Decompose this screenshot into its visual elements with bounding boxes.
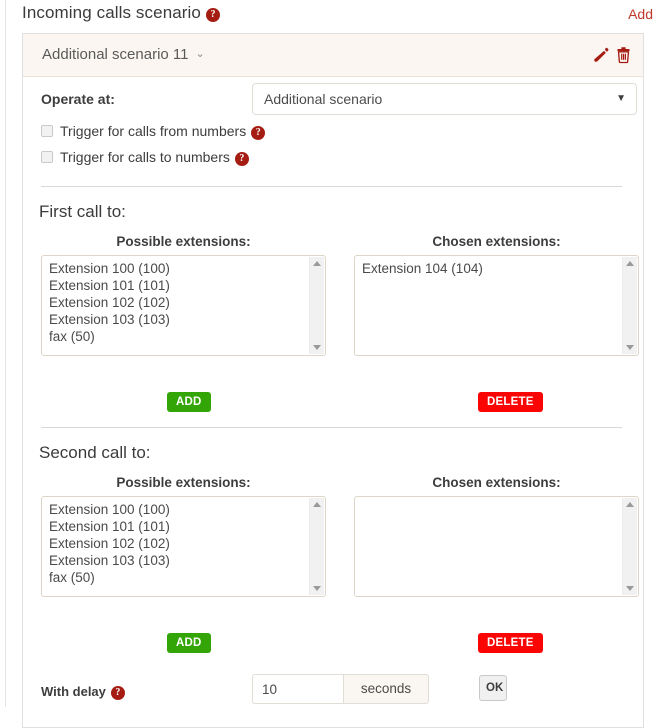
help-icon[interactable]: ? <box>206 8 220 22</box>
delay-input-group: seconds <box>252 674 429 704</box>
chevron-down-icon: ▼ <box>616 93 626 104</box>
delay-label: With delay? <box>41 684 125 700</box>
first-call-chosen-listbox[interactable]: Extension 104 (104) <box>354 255 639 356</box>
list-item[interactable]: Extension 103 (103) <box>49 311 310 328</box>
second-call-title: Second call to: <box>39 443 643 463</box>
trigger-from-numbers-row: Trigger for calls from numbers? <box>23 123 643 149</box>
scroll-up-icon[interactable] <box>313 261 321 266</box>
second-call-buttons: ADD DELETE <box>23 633 643 657</box>
operate-at-select[interactable]: Additional scenario ▼ <box>252 83 637 115</box>
first-call-delete-button[interactable]: DELETE <box>478 392 543 412</box>
delay-row: With delay? seconds OK <box>23 673 643 713</box>
delay-unit-addon: seconds <box>343 674 429 704</box>
possible-extensions-header: Possible extensions: <box>41 234 326 249</box>
chosen-extensions-header: Chosen extensions: <box>354 475 639 490</box>
list-item[interactable]: Extension 101 (101) <box>49 518 310 535</box>
page-title: Incoming calls scenario? <box>22 3 220 23</box>
scroll-down-icon[interactable] <box>313 586 321 591</box>
scroll-up-icon[interactable] <box>626 261 634 266</box>
scenario-name-toggle[interactable]: Additional scenario 11 ⌄ <box>42 46 205 63</box>
incoming-calls-scenario-page: Incoming calls scenario? Add Additional … <box>0 0 667 34</box>
second-call-chosen-column: Chosen extensions: <box>354 475 639 597</box>
scenario-name: Additional scenario 11 <box>42 46 188 63</box>
list-item[interactable]: Extension 101 (101) <box>49 277 310 294</box>
second-call-add-button[interactable]: ADD <box>167 633 211 653</box>
possible-extensions-header: Possible extensions: <box>41 475 326 490</box>
scrollbar[interactable] <box>622 498 637 595</box>
delay-label-text: With delay <box>41 684 106 699</box>
list-item[interactable]: Extension 102 (102) <box>49 535 310 552</box>
operate-at-row: Operate at: Additional scenario ▼ <box>23 77 643 123</box>
trigger-to-numbers-row: Trigger for calls to numbers? <box>23 149 643 175</box>
scenario-card-body: Operate at: Additional scenario ▼ Trigge… <box>23 77 643 727</box>
second-call-columns: Possible extensions: Extension 100 (100)… <box>23 475 643 625</box>
scroll-down-icon[interactable] <box>313 345 321 350</box>
scrollbar[interactable] <box>309 257 324 354</box>
scroll-up-icon[interactable] <box>626 502 634 507</box>
divider <box>41 427 622 428</box>
second-call-chosen-items <box>355 501 623 596</box>
help-icon[interactable]: ? <box>251 126 265 140</box>
first-call-chosen-column: Chosen extensions: Extension 104 (104) <box>354 234 639 356</box>
trigger-from-numbers-checkbox[interactable] <box>41 125 53 137</box>
page-left-rule <box>5 0 6 707</box>
second-call-chosen-listbox[interactable] <box>354 496 639 597</box>
first-call-add-button[interactable]: ADD <box>167 392 211 412</box>
chevron-down-icon: ⌄ <box>195 47 204 60</box>
scenario-card: Additional scenario 11 ⌄ <box>22 33 644 728</box>
scenario-card-header: Additional scenario 11 ⌄ <box>23 33 643 77</box>
operate-at-selected-value: Additional scenario <box>264 91 382 107</box>
second-call-section: Second call to: Possible extensions: Ext… <box>23 443 643 657</box>
first-call-chosen-items: Extension 104 (104) <box>355 260 623 355</box>
trigger-from-numbers-label[interactable]: Trigger for calls from numbers <box>60 123 246 139</box>
help-icon[interactable]: ? <box>235 152 249 166</box>
scroll-down-icon[interactable] <box>626 586 634 591</box>
add-scenario-link[interactable]: Add <box>628 6 653 22</box>
list-item[interactable]: fax (50) <box>49 569 310 586</box>
first-call-possible-listbox[interactable]: Extension 100 (100) Extension 101 (101) … <box>41 255 326 356</box>
first-call-possible-column: Possible extensions: Extension 100 (100)… <box>41 234 326 356</box>
page-header: Incoming calls scenario? Add <box>0 0 667 34</box>
trash-icon[interactable] <box>615 46 632 64</box>
scroll-down-icon[interactable] <box>626 345 634 350</box>
scrollbar[interactable] <box>622 257 637 354</box>
second-call-possible-items: Extension 100 (100) Extension 101 (101) … <box>42 501 310 596</box>
list-item[interactable]: Extension 102 (102) <box>49 294 310 311</box>
list-item[interactable]: fax (50) <box>49 328 310 345</box>
first-call-possible-items: Extension 100 (100) Extension 101 (101) … <box>42 260 310 355</box>
page-title-text: Incoming calls scenario <box>22 3 201 22</box>
second-call-delete-button[interactable]: DELETE <box>478 633 543 653</box>
delay-ok-button[interactable]: OK <box>479 675 507 701</box>
list-item[interactable]: Extension 100 (100) <box>49 501 310 518</box>
first-call-section: First call to: Possible extensions: Exte… <box>23 202 643 416</box>
help-icon[interactable]: ? <box>111 686 125 700</box>
second-call-possible-column: Possible extensions: Extension 100 (100)… <box>41 475 326 597</box>
delay-input[interactable] <box>252 674 343 704</box>
list-item[interactable]: Extension 104 (104) <box>362 260 623 277</box>
scrollbar[interactable] <box>309 498 324 595</box>
second-call-possible-listbox[interactable]: Extension 100 (100) Extension 101 (101) … <box>41 496 326 597</box>
first-call-title: First call to: <box>39 202 643 222</box>
trigger-to-numbers-label[interactable]: Trigger for calls to numbers <box>60 149 230 165</box>
chosen-extensions-header: Chosen extensions: <box>354 234 639 249</box>
divider <box>41 186 622 187</box>
trigger-to-numbers-checkbox[interactable] <box>41 151 53 163</box>
first-call-buttons: ADD DELETE <box>23 392 643 416</box>
first-call-columns: Possible extensions: Extension 100 (100)… <box>23 234 643 384</box>
list-item[interactable]: Extension 103 (103) <box>49 552 310 569</box>
scenario-card-actions <box>592 46 632 64</box>
pencil-icon[interactable] <box>592 46 609 64</box>
scroll-up-icon[interactable] <box>313 502 321 507</box>
operate-at-label: Operate at: <box>41 91 115 107</box>
list-item[interactable]: Extension 100 (100) <box>49 260 310 277</box>
